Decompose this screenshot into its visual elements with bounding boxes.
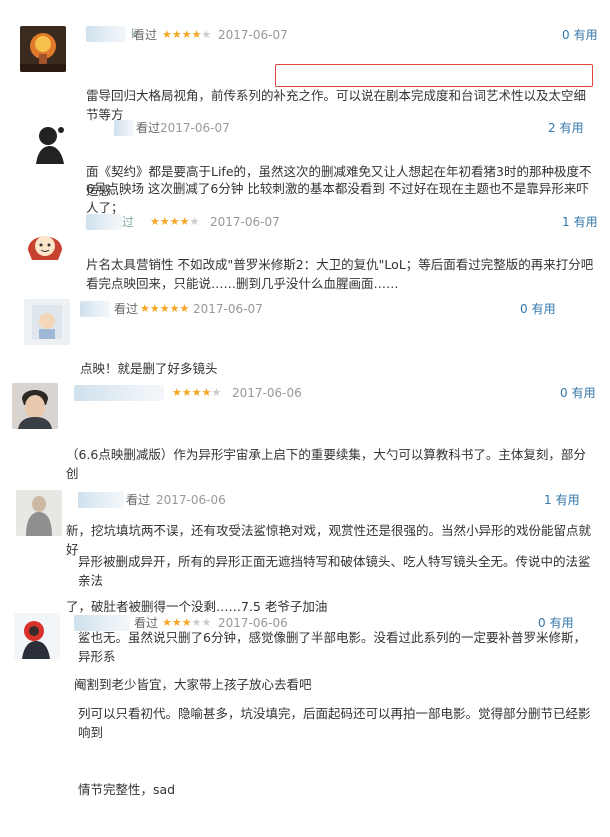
star-filled-icon: ★ xyxy=(181,386,192,399)
review-item: k 看过 ★★★★★ 2017-06-07 0 有用 雷导回归大格局视角，前传系列… xyxy=(0,0,610,198)
star-empty-icon: ★ xyxy=(189,215,200,228)
review-date: 2017-06-06 xyxy=(218,616,288,630)
username-tail: 过 xyxy=(121,215,134,229)
review-line: 情节完整性，sad xyxy=(78,782,176,797)
review-item: 看过 2017-06-07 2 有用 6号点映场 这次删减了6分钟 比较刺激的基本… xyxy=(0,110,610,272)
review-line: 异形被删成异开，所有的异形正面无遮挡特写和破体镜头、吃人特写镜头全无。传说中的法… xyxy=(78,554,591,588)
seen-label: 看过 xyxy=(114,302,139,316)
rating-stars: ★★★★★ xyxy=(150,214,199,230)
star-filled-icon: ★ xyxy=(181,28,192,41)
username[interactable] xyxy=(114,120,134,136)
review-date: 2017-06-06 xyxy=(232,386,302,400)
star-filled-icon: ★ xyxy=(159,215,170,228)
review-item: 看过 2017-06-06 1 有用 异形被删成异开，所有的异形正面无遮挡特写和破… xyxy=(0,480,610,797)
avatar[interactable] xyxy=(26,120,72,166)
baby-avatar-icon xyxy=(24,299,70,345)
review-date: 2017-06-07 xyxy=(218,28,288,42)
useful-vote[interactable]: 2 有用 xyxy=(548,120,584,136)
useful-label: 有用 xyxy=(555,493,580,507)
useful-label: 有用 xyxy=(549,616,574,630)
avatar[interactable] xyxy=(14,613,60,659)
silhouette-avatar-icon xyxy=(26,120,72,166)
review-date: 2017-06-07 xyxy=(160,121,230,135)
review-item: ★★★★★ 2017-06-06 0 有用 （6.6点映删减版）作为异形宇宙承上启… xyxy=(0,375,610,614)
review-date: 2017-06-06 xyxy=(156,493,226,507)
star-filled-icon: ★ xyxy=(162,28,172,41)
review-line: 阉割到老少皆宜，大家带上孩子放心去看吧 xyxy=(74,677,312,692)
star-empty-icon: ★ xyxy=(211,386,222,399)
star-filled-icon: ★ xyxy=(179,215,190,228)
star-filled-icon: ★ xyxy=(191,386,202,399)
review-date: 2017-06-07 xyxy=(193,302,263,316)
star-filled-icon: ★ xyxy=(162,616,172,629)
star-filled-icon: ★ xyxy=(149,302,160,315)
avatar[interactable] xyxy=(20,26,66,72)
seen-label: 看过 xyxy=(134,616,159,630)
useful-count: 1 xyxy=(562,215,570,229)
star-filled-icon: ★ xyxy=(159,302,170,315)
useful-label: 有用 xyxy=(571,386,596,400)
review-item: 看过 ★★★★★ 2017-06-06 0 有用 阉割到老少皆宜，大家带上孩子放心… xyxy=(0,605,610,692)
review-line: （6.6点映删减版）作为异形宇宙承上启下的重要续集，大勺可以算教科书了。主体复刻… xyxy=(66,447,586,481)
red-figure-avatar-icon xyxy=(14,613,60,659)
rating-stars: ★★★★★ xyxy=(172,385,221,401)
rating-stars: ★★★★★ xyxy=(162,27,211,43)
star-filled-icon: ★ xyxy=(201,386,212,399)
useful-vote[interactable]: 0 有用 xyxy=(562,27,598,43)
seen-label: 看过 xyxy=(133,28,158,42)
star-filled-icon: ★ xyxy=(171,28,182,41)
useful-count: 0 xyxy=(562,28,570,42)
useful-vote[interactable]: 0 有用 xyxy=(520,301,556,317)
review-text: 阉割到老少皆宜，大家带上孩子放心去看吧 xyxy=(74,637,594,732)
username[interactable] xyxy=(74,615,130,631)
useful-count: 2 xyxy=(548,121,556,135)
useful-label: 有用 xyxy=(531,302,556,316)
cartoon-girl-avatar-icon xyxy=(22,220,68,266)
seen-label: 看过 xyxy=(126,493,151,507)
explosion-avatar-icon xyxy=(20,26,66,72)
username[interactable] xyxy=(74,385,164,401)
avatar[interactable] xyxy=(22,220,68,266)
star-filled-icon: ★ xyxy=(172,386,182,399)
review-item: 看过 ★★★★★ 2017-06-07 0 有用 点映！就是删了好多镜头 xyxy=(0,285,610,376)
portrait-avatar-icon xyxy=(12,383,58,429)
star-filled-icon: ★ xyxy=(140,302,150,315)
useful-vote[interactable]: 0 有用 xyxy=(560,385,596,401)
star-empty-icon: ★ xyxy=(191,616,202,629)
useful-count: 0 xyxy=(538,616,546,630)
username[interactable]: k xyxy=(86,26,138,42)
review-item: 过 ★★★★★ 2017-06-07 1 有用 看完点映回来，只能说……删到几乎没… xyxy=(0,200,610,291)
useful-label: 有用 xyxy=(559,121,584,135)
figure-avatar-icon xyxy=(16,490,62,536)
review-date: 2017-06-07 xyxy=(210,215,280,229)
rating-stars: ★★★★★ xyxy=(140,301,189,317)
star-empty-icon: ★ xyxy=(201,28,212,41)
star-filled-icon: ★ xyxy=(169,302,180,315)
avatar[interactable] xyxy=(12,383,58,429)
star-filled-icon: ★ xyxy=(150,215,160,228)
avatar[interactable] xyxy=(24,299,70,345)
useful-vote[interactable]: 0 有用 xyxy=(538,615,574,631)
rating-stars: ★★★★★ xyxy=(162,615,211,631)
avatar[interactable] xyxy=(16,490,62,536)
useful-label: 有用 xyxy=(573,215,598,229)
star-filled-icon: ★ xyxy=(179,302,190,315)
username[interactable] xyxy=(78,492,124,508)
useful-label: 有用 xyxy=(573,28,598,42)
username[interactable]: 过 xyxy=(86,214,134,230)
username[interactable] xyxy=(80,301,110,317)
seen-label: 看过 xyxy=(136,121,161,135)
useful-count: 0 xyxy=(520,302,528,316)
star-filled-icon: ★ xyxy=(171,616,182,629)
useful-count: 1 xyxy=(544,493,552,507)
useful-vote[interactable]: 1 有用 xyxy=(562,214,598,230)
star-filled-icon: ★ xyxy=(181,616,192,629)
star-filled-icon: ★ xyxy=(169,215,180,228)
useful-count: 0 xyxy=(560,386,568,400)
useful-vote[interactable]: 1 有用 xyxy=(544,492,580,508)
star-empty-icon: ★ xyxy=(201,616,212,629)
star-filled-icon: ★ xyxy=(191,28,202,41)
